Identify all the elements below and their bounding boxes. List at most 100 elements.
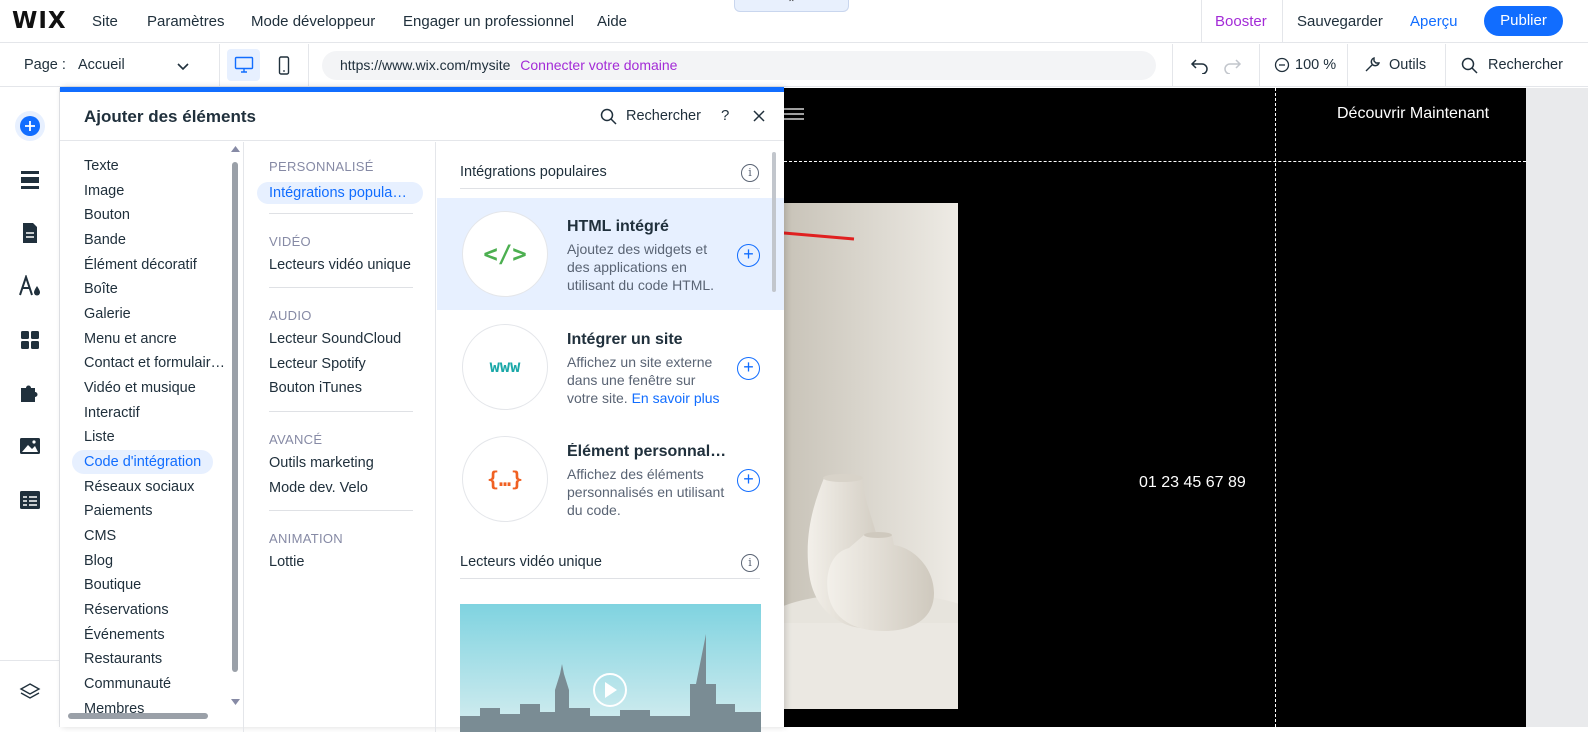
divider	[269, 510, 413, 511]
html-embed-card[interactable]: </> HTML intégré Ajoutez des widgets et …	[437, 198, 784, 310]
category-item[interactable]: Communauté	[72, 672, 183, 696]
category-item[interactable]: Blog	[72, 549, 125, 573]
category-item[interactable]: Image	[72, 179, 136, 203]
www-icon: www	[462, 324, 548, 410]
top-bar: WIX Site Paramètres Mode développeur Eng…	[0, 0, 1588, 43]
vertical-scrollbar[interactable]	[772, 152, 776, 292]
connect-domain-link[interactable]: Connecter votre domaine	[520, 57, 677, 73]
menu-site[interactable]: Site	[92, 13, 118, 30]
subcategory-item[interactable]: Bouton iTunes	[269, 380, 362, 396]
scroll-up-icon[interactable]	[231, 146, 240, 152]
card-title: Intégrer un site	[567, 331, 683, 348]
column-guide-line	[1275, 88, 1276, 727]
undo-icon[interactable]	[1190, 56, 1210, 74]
subcategory-item[interactable]: Lecteur SoundCloud	[269, 331, 401, 347]
search-icon[interactable]	[1461, 57, 1478, 74]
category-item[interactable]: Galerie	[72, 302, 143, 326]
pages-button[interactable]	[14, 217, 46, 249]
preview-button[interactable]: Aperçu	[1410, 13, 1458, 30]
discover-now-button[interactable]: Découvrir Maintenant	[1337, 105, 1489, 123]
site-canvas[interactable]: Découvrir Maintenant 01 23 45 67 89	[784, 88, 1526, 727]
custom-element-card[interactable]: {…} Élément personnal… Affichez des élém…	[437, 423, 784, 535]
editor-toolbar: Page : Accueil https://www.wix.com/mysit…	[0, 44, 1588, 87]
add-section-button[interactable]	[14, 164, 46, 196]
category-item[interactable]: Événements	[72, 623, 177, 647]
vases-image[interactable]	[784, 203, 958, 709]
category-item[interactable]: CMS	[72, 524, 128, 548]
category-item[interactable]: Vidéo et musique	[72, 376, 208, 400]
category-item[interactable]: Contact et formulair…	[72, 351, 237, 375]
panel-search-button[interactable]: Rechercher	[626, 108, 701, 124]
search-button[interactable]: Rechercher	[1488, 57, 1563, 73]
tools-button[interactable]: Outils	[1389, 57, 1426, 73]
zoom-level[interactable]: 100 %	[1295, 57, 1336, 73]
horizontal-scrollbar[interactable]	[68, 713, 208, 719]
pages-icon	[23, 223, 37, 243]
category-item[interactable]: Liste	[72, 425, 127, 449]
redo-icon[interactable]	[1222, 56, 1242, 74]
category-item[interactable]: Interactif	[72, 401, 152, 425]
menu-help[interactable]: Aide	[597, 13, 627, 30]
menu-dev-mode[interactable]: Mode développeur	[251, 13, 375, 30]
category-item[interactable]: Menu et ancre	[72, 327, 189, 351]
section-title: PERSONNALISÉ	[269, 159, 374, 174]
category-item-active[interactable]: Code d'intégration	[72, 450, 214, 474]
category-item[interactable]: Texte	[72, 154, 131, 178]
booster-button[interactable]: Booster	[1215, 13, 1267, 30]
info-icon[interactable]: i	[741, 554, 759, 572]
category-item[interactable]: Réseaux sociaux	[72, 475, 206, 499]
embed-site-card[interactable]: www Intégrer un site Affichez un site ex…	[437, 311, 784, 423]
subcategory-item[interactable]: Outils marketing	[269, 455, 374, 471]
page-selector[interactable]: Accueil	[78, 57, 125, 73]
chevron-down-icon[interactable]	[176, 59, 190, 73]
subcategory-item[interactable]: Lecteur Spotify	[269, 356, 366, 372]
category-list: Texte Image Bouton Bande Élément décorat…	[60, 142, 244, 732]
business-tools-button[interactable]	[14, 377, 46, 409]
add-elements-button[interactable]	[14, 110, 46, 142]
category-item[interactable]: Restaurants	[72, 647, 174, 671]
add-icon[interactable]: +	[737, 357, 760, 380]
video-thumbnail[interactable]	[460, 604, 761, 732]
divider	[269, 411, 413, 412]
layers-button[interactable]	[14, 676, 46, 708]
add-icon[interactable]: +	[737, 244, 760, 267]
category-item[interactable]: Bouton	[72, 203, 142, 227]
hamburger-menu-icon[interactable]	[784, 106, 806, 122]
category-item[interactable]: Élément décoratif	[72, 253, 209, 277]
wix-logo[interactable]: WIX	[12, 8, 67, 34]
desktop-view-button[interactable]	[227, 49, 260, 81]
vertical-scrollbar[interactable]	[232, 162, 238, 672]
subcategory-item[interactable]: Lottie	[269, 554, 304, 570]
subcategory-item[interactable]: Mode dev. Velo	[269, 480, 368, 496]
subcategory-active[interactable]: Intégrations popula…	[257, 182, 423, 204]
publish-button[interactable]: Publier	[1484, 6, 1563, 36]
add-icon[interactable]: +	[737, 469, 760, 492]
search-icon[interactable]	[600, 108, 617, 125]
collapse-toolbar-toggle[interactable]: ⌃	[734, 0, 849, 12]
category-item[interactable]: Réservations	[72, 598, 181, 622]
subcategory-item[interactable]: Lecteurs vidéo unique	[269, 257, 411, 273]
site-design-button[interactable]	[14, 270, 46, 302]
learn-more-link[interactable]: En savoir plus	[632, 390, 720, 406]
category-item[interactable]: Bande	[72, 228, 138, 252]
save-button[interactable]: Sauvegarder	[1297, 13, 1383, 30]
code-icon: </>	[462, 211, 548, 297]
mobile-view-button[interactable]	[267, 49, 300, 81]
menu-hire-pro[interactable]: Engager un professionnel	[403, 13, 574, 30]
help-icon[interactable]: ?	[721, 107, 729, 124]
scroll-down-icon[interactable]	[231, 699, 240, 705]
apps-button[interactable]	[14, 324, 46, 356]
menu-settings[interactable]: Paramètres	[147, 13, 225, 30]
close-icon[interactable]	[753, 110, 765, 122]
zoom-out-icon[interactable]	[1274, 57, 1290, 73]
divider	[219, 44, 220, 87]
tools-icon[interactable]	[1363, 56, 1381, 74]
cms-button[interactable]	[14, 484, 46, 516]
info-icon[interactable]: i	[741, 164, 759, 182]
media-button[interactable]	[14, 430, 46, 462]
category-item[interactable]: Boutique	[72, 573, 153, 597]
left-rail	[0, 88, 60, 727]
phone-number[interactable]: 01 23 45 67 89	[1139, 474, 1246, 492]
category-item[interactable]: Paiements	[72, 499, 165, 523]
category-item[interactable]: Boîte	[72, 277, 130, 301]
